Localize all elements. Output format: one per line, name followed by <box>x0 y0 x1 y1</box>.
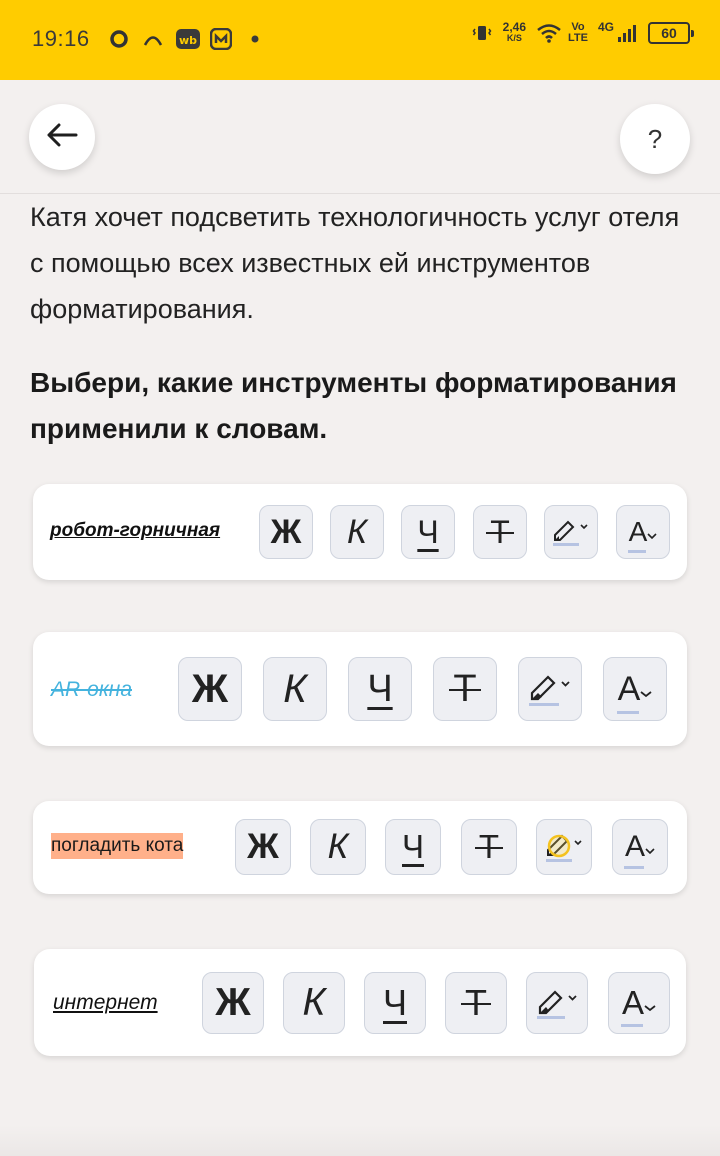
back-button[interactable] <box>29 104 95 170</box>
text-color-dropdown[interactable]: А <box>616 505 670 559</box>
volte-indicator: Vo LTE <box>568 22 588 44</box>
strikethrough-toggle[interactable]: Т <box>433 657 497 721</box>
strike-label: Т <box>461 982 491 1023</box>
italic-label: К <box>346 512 368 551</box>
more-dot-icon <box>244 28 266 50</box>
row-word: погладить кота <box>51 833 184 859</box>
notification-arc-icon <box>142 28 164 50</box>
underline-label: Ч <box>402 828 424 865</box>
chevron-down-icon <box>644 984 656 1022</box>
net-speed-value: 2,46 <box>502 20 527 34</box>
arrow-left-icon <box>45 122 79 152</box>
text-color-label: А <box>623 830 645 869</box>
underline-toggle[interactable]: Ч <box>348 657 412 721</box>
bold-label: Ж <box>247 827 279 866</box>
vibrate-icon <box>471 22 493 44</box>
volte-bottom: LTE <box>568 32 588 44</box>
answer-card-2: AR-окна Ж К Ч Т А <box>33 632 687 746</box>
net-speed: 2,46 K/S <box>502 20 527 44</box>
strike-label: Т <box>486 513 514 550</box>
bold-toggle[interactable]: Ж <box>235 819 291 875</box>
chevron-down-icon <box>647 516 657 548</box>
highlighter-icon <box>525 666 575 713</box>
bold-label: Ж <box>270 512 302 551</box>
underline-toggle[interactable]: Ч <box>385 819 441 875</box>
highlighter-icon <box>550 512 592 553</box>
italic-label: К <box>283 666 307 711</box>
highlight-dropdown[interactable] <box>518 657 582 721</box>
underline-toggle[interactable]: Ч <box>364 972 426 1034</box>
help-button[interactable]: ? <box>620 104 690 174</box>
status-bar: 19:16 wb 2,46 K/S Vo LTE 4G 60 <box>0 0 720 80</box>
bold-label: Ж <box>191 666 229 711</box>
underline-toggle[interactable]: Ч <box>401 505 455 559</box>
chevron-down-icon <box>645 830 655 864</box>
strikethrough-toggle[interactable]: Т <box>445 972 507 1034</box>
highlight-dropdown[interactable] <box>536 819 592 875</box>
answer-card-4: интернет Ж К Ч Т А <box>34 949 686 1056</box>
answer-card-1: робот-горничная Ж К Ч Т А <box>33 484 687 580</box>
bottom-fade <box>0 1125 720 1156</box>
bold-toggle[interactable]: Ж <box>202 972 264 1034</box>
text-color-label: А <box>616 669 641 714</box>
answer-card-3: погладить кота Ж К Ч Т А <box>33 801 687 894</box>
status-time: 19:16 <box>32 26 90 51</box>
text-color-dropdown[interactable]: А <box>608 972 670 1034</box>
row-word: интернет <box>53 991 158 1014</box>
signal-icon <box>616 22 638 44</box>
status-left: 19:16 wb <box>32 26 266 52</box>
net-speed-unit: K/S <box>506 33 522 43</box>
wifi-icon <box>536 22 561 44</box>
text-color-dropdown[interactable]: А <box>612 819 668 875</box>
magnit-app-icon <box>209 27 232 51</box>
bold-toggle[interactable]: Ж <box>178 657 242 721</box>
highlighter-icon <box>542 826 586 869</box>
italic-label: К <box>302 981 326 1024</box>
italic-toggle[interactable]: К <box>310 819 366 875</box>
row-word: AR-окна <box>51 678 132 701</box>
notification-circle-icon <box>108 28 130 50</box>
row-word: робот-горничная <box>50 520 221 541</box>
highlighter-icon <box>533 981 581 1026</box>
highlight-dropdown[interactable] <box>526 972 588 1034</box>
text-color-dropdown[interactable]: А <box>603 657 667 721</box>
network-type: 4G <box>597 20 614 34</box>
wb-app-icon: wb <box>175 28 200 50</box>
italic-label: К <box>327 827 349 866</box>
battery-indicator: 60 <box>648 22 694 44</box>
underline-label: Ч <box>383 982 407 1023</box>
text-color-label: А <box>620 984 644 1027</box>
strikethrough-toggle[interactable]: Т <box>473 505 527 559</box>
status-right: 2,46 K/S Vo LTE 4G 60 <box>471 20 694 44</box>
italic-toggle[interactable]: К <box>330 505 384 559</box>
underline-label: Ч <box>417 513 439 550</box>
strike-label: Т <box>449 667 481 710</box>
question-text: Катя хочет подсветить технологичность ус… <box>30 202 680 324</box>
task-text: Выбери, какие инструменты форматирования… <box>30 367 677 444</box>
chevron-down-icon <box>640 670 652 709</box>
header: ? <box>0 80 720 194</box>
italic-toggle[interactable]: К <box>263 657 327 721</box>
italic-toggle[interactable]: К <box>283 972 345 1034</box>
strikethrough-toggle[interactable]: Т <box>461 819 517 875</box>
underline-label: Ч <box>367 667 393 710</box>
svg-text:wb: wb <box>179 34 197 47</box>
text-color-label: А <box>627 516 648 553</box>
highlight-dropdown[interactable] <box>544 505 598 559</box>
bold-label: Ж <box>215 981 251 1024</box>
strike-label: Т <box>474 828 504 865</box>
bold-toggle[interactable]: Ж <box>259 505 313 559</box>
